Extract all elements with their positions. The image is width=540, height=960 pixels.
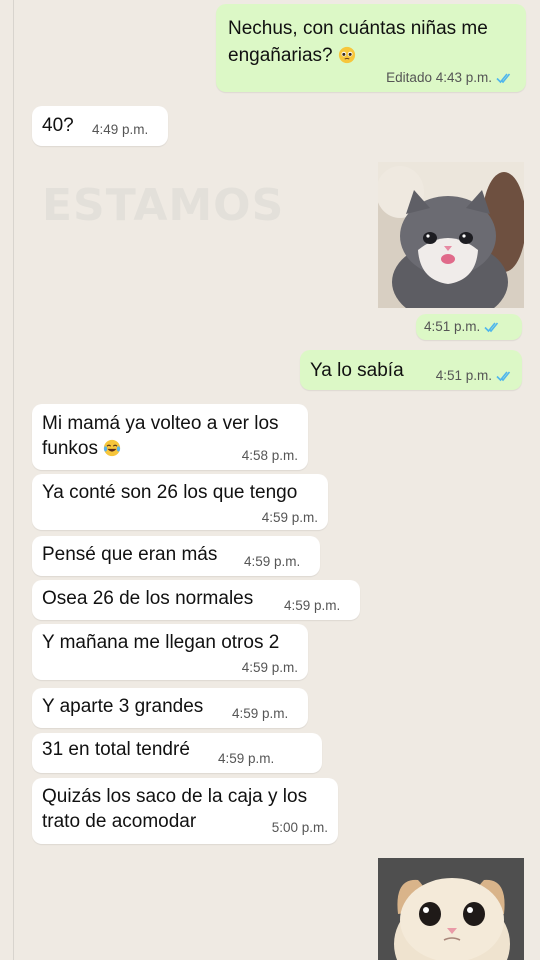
message-text: Osea 26 de los normales: [42, 588, 254, 609]
message-meta: 4:59 p.m.: [244, 554, 301, 569]
message-text: Mi mamá ya volteo a ver los: [42, 413, 279, 434]
message-meta: 4:51 p.m.: [424, 319, 502, 334]
message-incoming[interactable]: Osea 26 de los normales 4:59 p.m.: [32, 580, 360, 620]
message-text: Ya lo sabía: [310, 360, 404, 381]
message-incoming[interactable]: Ya conté son 26 los que tengo 4:59 p.m.: [32, 474, 328, 530]
double-check-icon: [496, 72, 511, 83]
message-meta: Editado 4:43 p.m.: [386, 70, 514, 85]
message-text: trato de acomodar: [42, 811, 197, 832]
kitten-sticker-icon: [378, 858, 524, 960]
background-watermark: ESTAMOS: [42, 180, 285, 231]
message-text: 40?: [42, 115, 74, 136]
double-check-icon: [496, 370, 511, 381]
message-meta: 4:49 p.m.: [92, 122, 149, 137]
message-incoming[interactable]: Quizás los saco de la caja y los trato d…: [32, 778, 338, 844]
left-divider: [13, 0, 14, 960]
tears-of-joy-emoji-icon: [104, 439, 121, 457]
message-incoming[interactable]: Y aparte 3 grandes 4:59 p.m.: [32, 688, 308, 728]
message-text: Quizás los saco de la caja y los: [42, 786, 308, 807]
message-meta: 4:59 p.m.: [261, 510, 318, 525]
double-check-icon: [484, 321, 499, 332]
message-text: Pensé que eran más: [42, 544, 218, 565]
message-incoming[interactable]: Mi mamá ya volteo a ver los funkos 4:58 …: [32, 404, 308, 470]
sticker-cream-kitten[interactable]: [378, 858, 524, 960]
message-text: Ya conté son 26 los que tengo: [42, 482, 298, 503]
message-outgoing[interactable]: Nechus, con cuántas niñas me engañarias?…: [216, 4, 526, 92]
sticker-gray-kitten[interactable]: [378, 162, 524, 308]
kitten-sticker-icon: [378, 162, 524, 308]
message-outgoing-meta: 4:51 p.m.: [416, 314, 522, 340]
message-text: engañarias?: [228, 43, 356, 68]
message-outgoing[interactable]: Ya lo sabía 4:51 p.m.: [300, 350, 522, 390]
message-meta: 4:58 p.m.: [241, 448, 298, 463]
message-meta: 4:59 p.m.: [241, 660, 298, 675]
message-meta: 4:59 p.m.: [284, 598, 341, 613]
message-text: funkos: [42, 436, 121, 461]
message-incoming[interactable]: Y mañana me llegan otros 2 4:59 p.m.: [32, 624, 308, 680]
message-incoming[interactable]: Pensé que eran más 4:59 p.m.: [32, 536, 320, 576]
message-text: Y aparte 3 grandes: [42, 696, 204, 717]
message-incoming[interactable]: 40? 4:49 p.m.: [32, 106, 168, 146]
pleading-face-emoji-icon: [338, 46, 355, 64]
message-meta: 5:00 p.m.: [271, 820, 328, 835]
message-meta: 4:59 p.m.: [218, 751, 275, 766]
message-text: Nechus, con cuántas niñas me: [228, 18, 488, 39]
message-text: 31 en total tendré: [42, 739, 190, 760]
message-meta: 4:51 p.m.: [436, 368, 514, 383]
message-meta: 4:59 p.m.: [232, 706, 289, 721]
message-text: Y mañana me llegan otros 2: [42, 632, 280, 653]
message-incoming[interactable]: 31 en total tendré 4:59 p.m.: [32, 733, 322, 773]
